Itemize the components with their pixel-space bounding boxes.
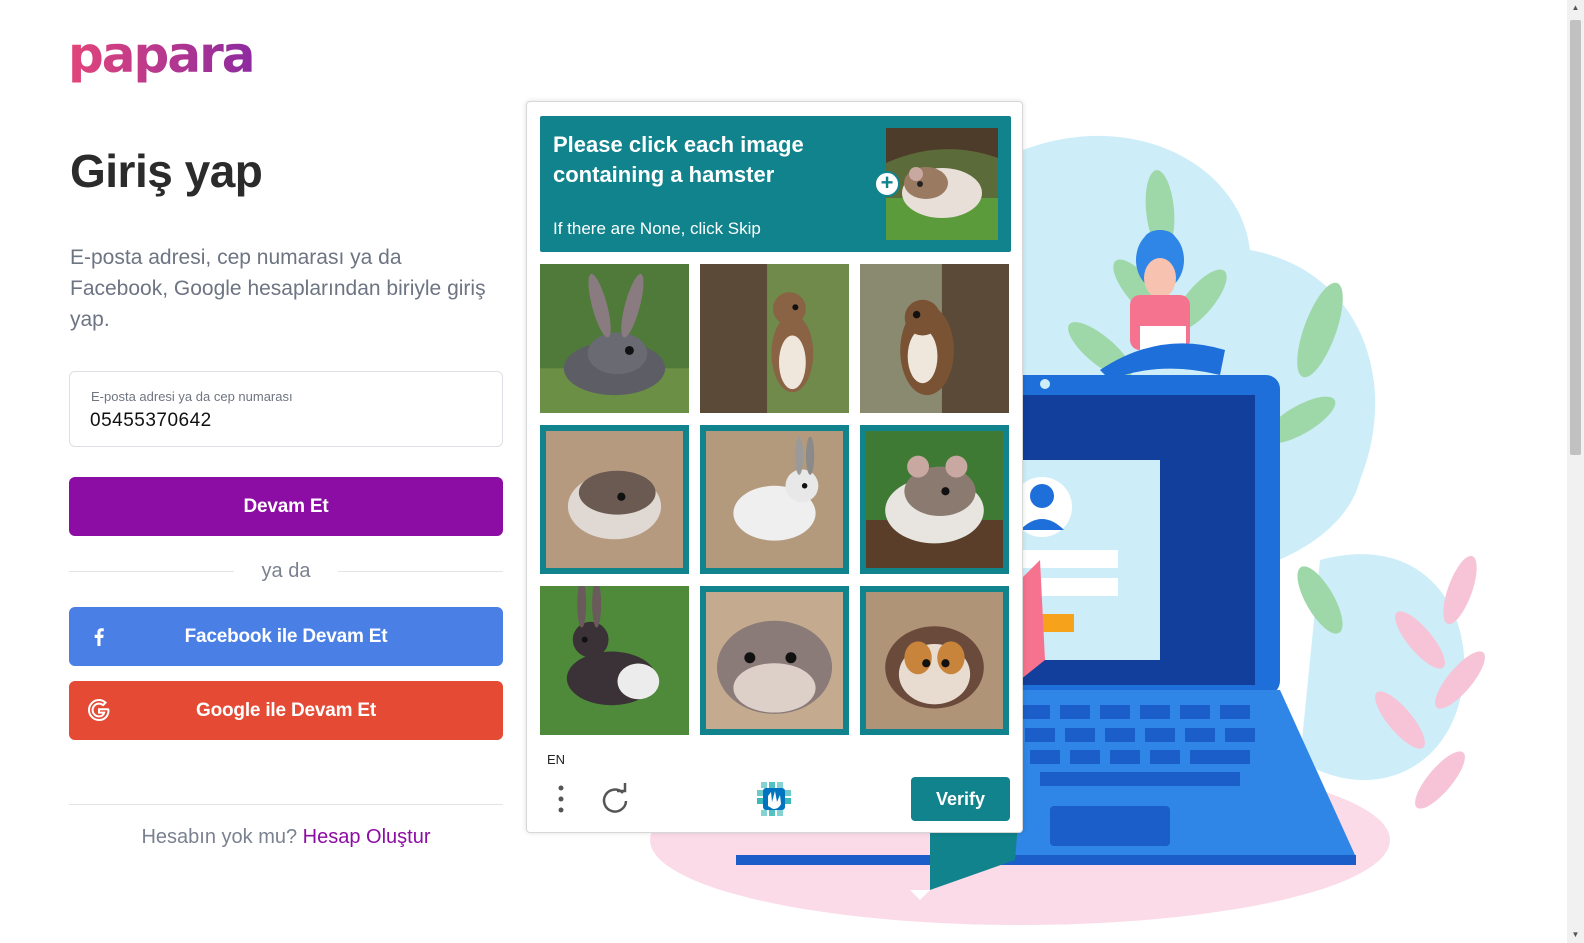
captcha-tile[interactable] bbox=[860, 264, 1009, 413]
captcha-tile[interactable] bbox=[860, 586, 1009, 735]
scroll-down-arrow-icon[interactable]: ▼ bbox=[1567, 927, 1584, 943]
signup-prompt: Hesabın yok mu? bbox=[141, 826, 298, 848]
papara-logo[interactable]: papara bbox=[68, 28, 258, 98]
captcha-prompt: Please click each image containing a ham… bbox=[553, 132, 804, 187]
captcha-tile[interactable] bbox=[700, 264, 849, 413]
captcha-tile[interactable] bbox=[540, 264, 689, 413]
verify-button-label: Verify bbox=[935, 788, 986, 809]
field-value[interactable]: 05455370642 bbox=[90, 410, 212, 432]
plus-icon[interactable]: + bbox=[874, 171, 900, 197]
captcha-tile[interactable] bbox=[700, 586, 849, 735]
page-scrollbar[interactable]: ▲ ▼ bbox=[1567, 0, 1584, 943]
google-login-button[interactable]: Google ile Devam Et bbox=[69, 681, 503, 740]
signup-link[interactable]: Hesap Oluştur bbox=[303, 826, 431, 848]
facebook-icon bbox=[94, 628, 104, 646]
captcha-challenge: Please click each image containing a ham… bbox=[526, 101, 1023, 833]
facebook-login-label: Facebook ile Devam Et bbox=[184, 625, 388, 647]
svg-text:papara: papara bbox=[68, 28, 253, 84]
refresh-icon[interactable] bbox=[599, 782, 631, 816]
captcha-tile[interactable] bbox=[540, 586, 689, 735]
captcha-tile[interactable] bbox=[700, 425, 849, 574]
facebook-login-button[interactable]: Facebook ile Devam Et bbox=[69, 607, 503, 666]
scroll-thumb[interactable] bbox=[1570, 20, 1581, 455]
continue-button[interactable]: Devam Et bbox=[69, 477, 503, 536]
hcaptcha-logo-icon[interactable] bbox=[753, 778, 795, 820]
or-divider-text: ya da bbox=[236, 560, 336, 583]
page-subtitle: E-posta adresi, cep numarası ya da Faceb… bbox=[70, 246, 486, 331]
google-icon bbox=[87, 698, 110, 722]
captcha-hint: If there are None, click Skip bbox=[553, 219, 761, 238]
signup-row: Hesabın yok mu? Hesap Oluştur bbox=[69, 826, 503, 849]
footer-divider bbox=[69, 804, 503, 805]
captcha-tile[interactable] bbox=[540, 425, 689, 574]
login-page: papara Giriş yap E-posta adresi, cep num… bbox=[0, 0, 1584, 943]
language-selector[interactable]: EN bbox=[547, 752, 565, 767]
menu-dots-icon[interactable] bbox=[553, 782, 569, 816]
field-label: E-posta adresi ya da cep numarası bbox=[91, 389, 293, 404]
email-phone-field[interactable]: E-posta adresi ya da cep numarası 054553… bbox=[69, 371, 503, 447]
page-title: Giriş yap bbox=[70, 145, 263, 197]
continue-button-label: Devam Et bbox=[243, 495, 329, 517]
scroll-up-arrow-icon[interactable]: ▲ bbox=[1567, 0, 1584, 16]
captcha-sample-image[interactable] bbox=[886, 128, 998, 240]
captcha-tile[interactable] bbox=[860, 425, 1009, 574]
google-login-label: Google ile Devam Et bbox=[196, 699, 376, 721]
verify-button[interactable]: Verify bbox=[911, 777, 1010, 821]
captcha-header: Please click each image containing a ham… bbox=[540, 116, 1011, 252]
